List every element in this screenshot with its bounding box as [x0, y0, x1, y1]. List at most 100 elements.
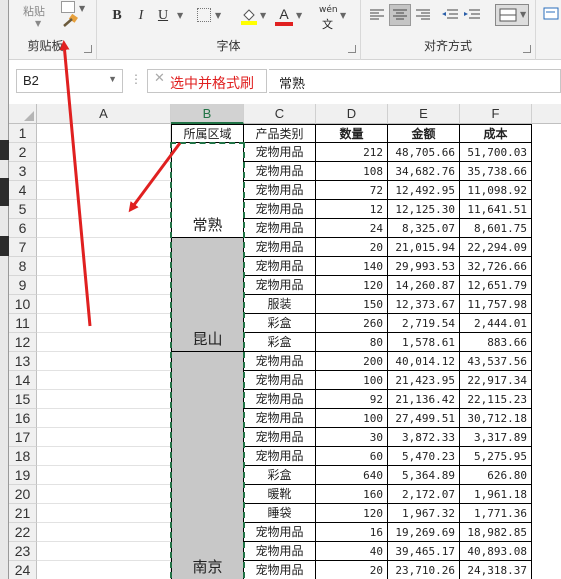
cell-category[interactable]: 宠物用品	[244, 523, 316, 542]
row-header-1[interactable]: 1	[9, 124, 37, 143]
cell-amount[interactable]: 1,578.61	[388, 333, 460, 352]
row-header-12[interactable]: 12	[9, 333, 37, 352]
row-header-3[interactable]: 3	[9, 162, 37, 181]
bold-button[interactable]: B	[107, 6, 127, 26]
cell-amount[interactable]: 34,682.76	[388, 162, 460, 181]
cell-category[interactable]: 彩盒	[244, 314, 316, 333]
cell-amount[interactable]: 5,470.23	[388, 447, 460, 466]
cell-quantity[interactable]: 92	[316, 390, 388, 409]
cell-category[interactable]: 宠物用品	[244, 561, 316, 579]
font-color-button[interactable]: A	[275, 6, 293, 26]
cell-cost[interactable]: 40,893.08	[460, 542, 532, 561]
row-header-24[interactable]: 24	[9, 561, 37, 579]
row-header-9[interactable]: 9	[9, 276, 37, 295]
cell-cost[interactable]: 18,982.85	[460, 523, 532, 542]
decrease-indent-icon[interactable]	[441, 7, 459, 23]
cell-a14[interactable]	[37, 371, 171, 390]
cell-category[interactable]: 宠物用品	[244, 276, 316, 295]
cell-cost[interactable]: 11,757.98	[460, 295, 532, 314]
column-header-f[interactable]: F	[460, 104, 532, 124]
cell-category[interactable]: 宠物用品	[244, 219, 316, 238]
italic-button[interactable]: I	[131, 6, 151, 26]
column-header-a[interactable]: A	[37, 104, 171, 124]
copy-icon[interactable]	[61, 1, 75, 13]
cell-quantity[interactable]: 120	[316, 504, 388, 523]
cell-a8[interactable]	[37, 257, 171, 276]
alignment-launcher-icon[interactable]	[523, 45, 531, 53]
column-header-c[interactable]: C	[244, 104, 316, 124]
cell-quantity[interactable]: 640	[316, 466, 388, 485]
cell-amount[interactable]: 5,364.89	[388, 466, 460, 485]
row-header-19[interactable]: 19	[9, 466, 37, 485]
row-header-13[interactable]: 13	[9, 352, 37, 371]
underline-button[interactable]: U	[153, 6, 173, 26]
increase-indent-icon[interactable]	[463, 7, 481, 23]
row-header-11[interactable]: 11	[9, 314, 37, 333]
cell-cost[interactable]: 32,726.66	[460, 257, 532, 276]
merge-dropdown-icon[interactable]: ▼	[520, 10, 526, 19]
cell-category[interactable]: 宠物用品	[244, 257, 316, 276]
header-region[interactable]: 所属区域	[171, 124, 244, 143]
row-header-14[interactable]: 14	[9, 371, 37, 390]
cell-quantity[interactable]: 100	[316, 371, 388, 390]
cell-category[interactable]: 睡袋	[244, 504, 316, 523]
merged-region-cell[interactable]: 南京	[171, 352, 244, 579]
cell-quantity[interactable]: 60	[316, 447, 388, 466]
column-header-d[interactable]: D	[316, 104, 388, 124]
cell-cost[interactable]: 5,275.95	[460, 447, 532, 466]
wrap-text-icon[interactable]	[543, 6, 559, 22]
row-header-17[interactable]: 17	[9, 428, 37, 447]
cell-category[interactable]: 宠物用品	[244, 371, 316, 390]
row-header-18[interactable]: 18	[9, 447, 37, 466]
cell-category[interactable]: 宠物用品	[244, 390, 316, 409]
row-header-22[interactable]: 22	[9, 523, 37, 542]
cell-a13[interactable]	[37, 352, 171, 371]
cell-quantity[interactable]: 120	[316, 276, 388, 295]
cell-quantity[interactable]: 200	[316, 352, 388, 371]
cancel-icon[interactable]: ✕	[154, 71, 165, 86]
merged-region-cell[interactable]: 常熟	[171, 143, 244, 238]
fill-color-dropdown-icon[interactable]: ▼	[260, 11, 266, 20]
cell-a2[interactable]	[37, 143, 171, 162]
cell-a18[interactable]	[37, 447, 171, 466]
cell-a21[interactable]	[37, 504, 171, 523]
fill-color-icon[interactable]	[240, 6, 258, 26]
row-header-6[interactable]: 6	[9, 219, 37, 238]
font-color-dropdown-icon[interactable]: ▼	[296, 11, 302, 20]
cell-a11[interactable]	[37, 314, 171, 333]
phonetic-dropdown-icon[interactable]: ▼	[340, 11, 346, 20]
cell-amount[interactable]: 19,269.69	[388, 523, 460, 542]
cell-cost[interactable]: 2,444.01	[460, 314, 532, 333]
border-icon[interactable]	[197, 8, 211, 22]
cell-cost[interactable]: 51,700.03	[460, 143, 532, 162]
cell-amount[interactable]: 12,125.30	[388, 200, 460, 219]
cell-a15[interactable]	[37, 390, 171, 409]
cell-a23[interactable]	[37, 542, 171, 561]
cell-a10[interactable]	[37, 295, 171, 314]
cell-cost[interactable]: 1,961.18	[460, 485, 532, 504]
row-header-4[interactable]: 4	[9, 181, 37, 200]
row-header-2[interactable]: 2	[9, 143, 37, 162]
header-e[interactable]: 金额	[388, 124, 460, 143]
formula-bar-grip-icon[interactable]: ⋮	[130, 72, 142, 86]
cell-cost[interactable]: 3,317.89	[460, 428, 532, 447]
cell-amount[interactable]: 12,373.67	[388, 295, 460, 314]
underline-dropdown-icon[interactable]: ▼	[177, 11, 183, 20]
cell-a20[interactable]	[37, 485, 171, 504]
font-launcher-icon[interactable]	[348, 45, 356, 53]
cell-a6[interactable]	[37, 219, 171, 238]
cell-cost[interactable]: 1,771.36	[460, 504, 532, 523]
cell-a9[interactable]	[37, 276, 171, 295]
merge-center-button[interactable]: ▼	[495, 4, 529, 26]
cell-a12[interactable]	[37, 333, 171, 352]
cell-a5[interactable]	[37, 200, 171, 219]
border-dropdown-icon[interactable]: ▼	[215, 11, 221, 20]
column-header-e[interactable]: E	[388, 104, 460, 124]
cell-category[interactable]: 彩盒	[244, 333, 316, 352]
paste-button[interactable]: 粘贴	[23, 3, 45, 19]
cell-quantity[interactable]: 24	[316, 219, 388, 238]
cell-cost[interactable]: 43,537.56	[460, 352, 532, 371]
row-header-21[interactable]: 21	[9, 504, 37, 523]
cell-quantity[interactable]: 40	[316, 542, 388, 561]
cell-amount[interactable]: 8,325.07	[388, 219, 460, 238]
